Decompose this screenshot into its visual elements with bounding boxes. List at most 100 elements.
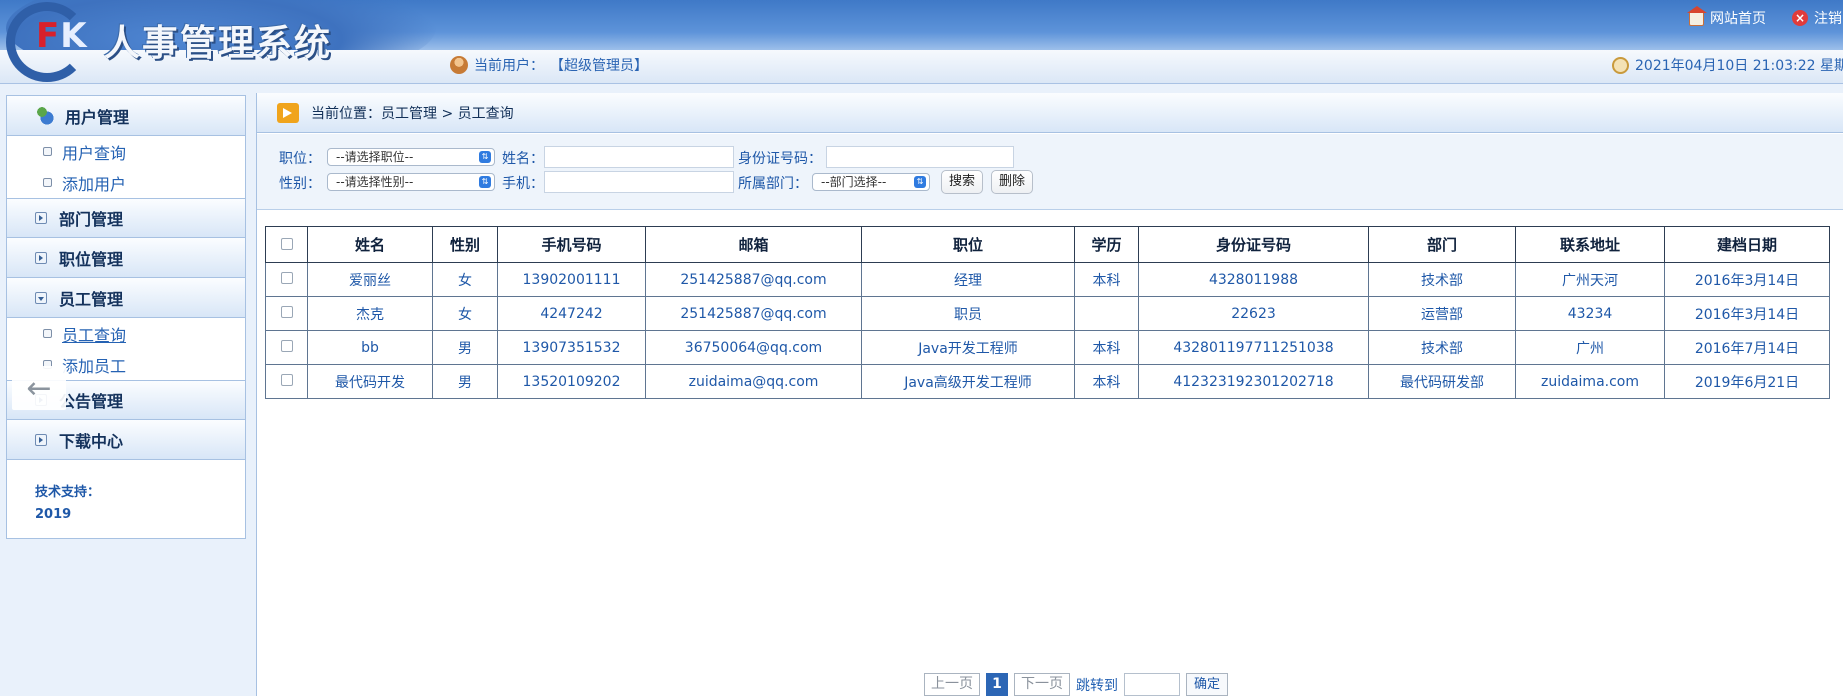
tech-support-label: 技术支持： [35,485,101,500]
sidebar-item-label: 员工查询 [62,325,127,345]
sidebar-item-user-query[interactable]: 用户查询 [7,136,245,167]
row-select-cell [265,364,308,399]
expand-icon [35,251,47,264]
current-user: 当前用户： 【超级管理员】 [450,55,648,75]
sidebar-group-label: 部门管理 [59,210,124,229]
position-select[interactable]: --请选择职位-- ⇅ [327,148,495,166]
logout-link[interactable]: × 注销 [1792,8,1842,28]
table-row[interactable]: 最代码开发 男 13520109202 zuidaima@qq.com Java… [265,364,1830,399]
next-page-button[interactable]: 下一页 [1014,673,1070,696]
pagination: 上一页 1 下一页 跳转到 确定 [924,673,1229,696]
bullet-icon [43,147,52,156]
logout-link-label: 注销 [1814,11,1842,27]
sidebar-group-employees[interactable]: 员工管理 [7,278,245,318]
select-arrow-icon: ⇅ [479,151,491,163]
expand-icon [35,433,47,446]
delete-button[interactable]: 删除 [991,170,1034,194]
cell-phone: 13902001111 [497,262,646,297]
column-header: 联系地址 [1515,226,1665,263]
cell-address: 广州天河 [1515,262,1665,297]
sidebar-group-departments[interactable]: 部门管理 [7,198,245,238]
gender-select[interactable]: --请选择性别-- ⇅ [327,173,495,191]
sidebar-group-label: 公告管理 [59,392,124,411]
sidebar-item-employee-query[interactable]: 员工查询 [7,318,245,349]
sidebar-item-label: 添加员工 [62,356,127,376]
search-button[interactable]: 搜索 [941,170,984,194]
department-label: 所属部门： [738,176,808,192]
select-all-checkbox[interactable] [280,237,293,250]
user-icon [450,56,468,74]
sidebar: 用户管理 用户查询 添加用户 部门管理 职位管理 员工管理 员工查询 添加员工 … [6,95,246,539]
phone-input[interactable] [544,171,734,193]
cell-name: 爱丽丝 [307,262,433,297]
sidebar-group-label: 下载中心 [59,431,124,451]
home-link[interactable]: 网站首页 [1687,5,1766,28]
home-link-label: 网站首页 [1710,11,1766,27]
select-arrow-icon: ⇅ [479,176,491,188]
cell-email: 36750064@qq.com [645,330,862,365]
cell-education: 本科 [1074,262,1139,297]
cell-date: 2016年3月14日 [1664,262,1830,297]
row-checkbox[interactable] [280,271,293,284]
sidebar-item-label: 用户查询 [62,143,127,163]
filter-panel: 职位： --请选择职位-- ⇅ 姓名： 身份证号码： 性别： --请选择性别-- ⇅… [257,134,1843,210]
cell-address: 43234 [1515,296,1665,331]
arrow-left-icon[interactable]: ← [12,366,66,410]
cell-name: bb [307,330,433,365]
page-jump-input[interactable] [1124,673,1180,696]
cell-education: 本科 [1074,364,1139,399]
cell-email: 251425887@qq.com [645,296,862,331]
sidebar-group-label: 职位管理 [59,249,124,269]
column-header: 职位 [861,226,1075,263]
cell-phone: 4247242 [497,296,646,331]
column-header: 部门 [1368,226,1516,263]
employee-table: 姓名 性别 手机号码 邮箱 职位 学历 身份证号码 部门 联系地址 建档日期 爱… [265,226,1830,399]
bullet-icon [43,329,52,338]
sidebar-group-positions[interactable]: 职位管理 [7,238,245,278]
table-row[interactable]: 杰克 女 4247242 251425887@qq.com 职员 22623 运… [265,296,1830,331]
table-header-row: 姓名 性别 手机号码 邮箱 职位 学历 身份证号码 部门 联系地址 建档日期 [265,226,1830,263]
id-number-input[interactable] [826,146,1014,168]
sidebar-group-label: 员工管理 [59,289,124,309]
department-select[interactable]: --部门选择-- ⇅ [812,173,930,191]
cell-email: 251425887@qq.com [645,262,862,297]
cell-phone: 13520109202 [497,364,646,399]
table-row[interactable]: bb 男 13907351532 36750064@qq.com Java开发工… [265,330,1830,365]
cell-education: 本科 [1074,330,1139,365]
row-checkbox[interactable] [280,305,293,318]
current-user-label: 当前用户： [474,58,544,74]
cell-department: 技术部 [1368,330,1516,365]
cell-date: 2016年3月14日 [1664,296,1830,331]
column-header: 建档日期 [1664,226,1830,263]
cell-gender: 男 [432,330,498,365]
name-input[interactable] [544,146,734,168]
logo: FK [36,16,88,56]
sidebar-group-users[interactable]: 用户管理 [7,96,245,136]
breadcrumb: 当前位置：员工管理 > 员工查询 [257,93,1843,133]
cell-address: 广州 [1515,330,1665,365]
logo-letter-k: K [60,16,88,56]
close-icon: × [1792,10,1808,26]
logo-letter-f: F [36,16,61,56]
gender-label: 性别： [279,176,321,192]
datetime-value: 2021年04月10日 21:03:22 星期六 [1635,58,1843,74]
row-checkbox[interactable] [280,373,293,386]
home-icon [1687,5,1707,26]
row-select-cell [265,262,308,297]
expand-icon [35,212,47,224]
collapse-icon [35,291,47,304]
column-header: 手机号码 [497,226,646,263]
cell-position: Java高级开发工程师 [861,364,1075,399]
clock-icon [1612,56,1629,74]
current-page[interactable]: 1 [986,673,1008,696]
confirm-jump-button[interactable]: 确定 [1186,673,1229,696]
sidebar-item-add-user[interactable]: 添加用户 [7,167,245,198]
cell-date: 2016年7月14日 [1664,330,1830,365]
cell-position: Java开发工程师 [861,330,1075,365]
prev-page-button[interactable]: 上一页 [924,673,980,696]
table-row[interactable]: 爱丽丝 女 13902001111 251425887@qq.com 经理 本科… [265,262,1830,297]
row-checkbox[interactable] [280,339,293,352]
cell-position: 职员 [861,296,1075,331]
sidebar-group-downloads[interactable]: 下载中心 [7,420,245,460]
position-select-value: --请选择职位-- [336,150,414,164]
